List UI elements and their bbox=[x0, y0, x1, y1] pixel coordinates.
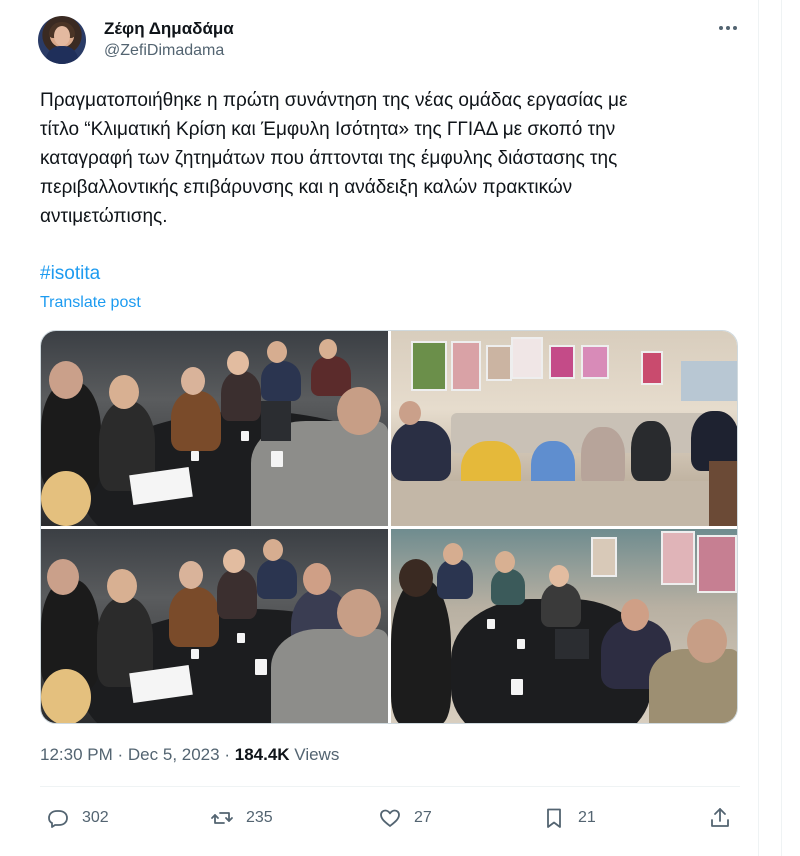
reply-count: 302 bbox=[82, 809, 109, 826]
bookmark-button[interactable]: 21 bbox=[542, 806, 596, 830]
tweet-time[interactable]: 12:30 PM bbox=[40, 745, 113, 764]
photo-2[interactable] bbox=[391, 331, 737, 526]
like-button[interactable]: 27 bbox=[378, 806, 432, 830]
translate-post-link[interactable]: Translate post bbox=[40, 294, 141, 312]
share-icon bbox=[711, 808, 729, 827]
media-grid bbox=[40, 330, 738, 724]
author-name[interactable]: Ζέφη Δημαδάμα bbox=[104, 19, 234, 39]
more-options-button[interactable] bbox=[714, 16, 742, 40]
share-button[interactable] bbox=[708, 806, 732, 830]
tweet-meta: 12:30 PM · Dec 5, 2023 · 184.4K Views bbox=[40, 745, 339, 765]
photo-4[interactable] bbox=[391, 529, 737, 723]
divider bbox=[40, 786, 740, 787]
avatar[interactable] bbox=[38, 16, 86, 64]
meta-separator-2: · bbox=[224, 745, 230, 764]
author-handle[interactable]: @ZefiDimadama bbox=[104, 42, 224, 60]
right-divider-strip bbox=[758, 0, 800, 856]
like-count: 27 bbox=[414, 809, 432, 826]
meta-separator: · bbox=[117, 745, 124, 764]
bookmark-count: 21 bbox=[578, 809, 596, 826]
reply-button[interactable]: 302 bbox=[46, 806, 109, 830]
repost-icon bbox=[211, 812, 233, 824]
photo-3[interactable] bbox=[41, 529, 388, 723]
photo-1[interactable] bbox=[41, 331, 388, 526]
hashtag-link[interactable]: #isotita bbox=[40, 263, 100, 285]
repost-count: 235 bbox=[246, 809, 273, 826]
more-horizontal-icon bbox=[719, 26, 737, 30]
reply-icon bbox=[48, 810, 68, 828]
action-bar: 302 235 27 21 bbox=[40, 800, 740, 840]
tweet: Ζέφη Δημαδάμα @ZefiDimadama Πραγματοποιή… bbox=[0, 0, 758, 856]
views-label: Views bbox=[294, 745, 340, 764]
repost-button[interactable]: 235 bbox=[210, 806, 273, 830]
bookmark-icon bbox=[547, 808, 561, 828]
tweet-date[interactable]: Dec 5, 2023 bbox=[128, 745, 220, 764]
heart-icon bbox=[380, 809, 400, 827]
views-count: 184.4K bbox=[234, 745, 290, 764]
tweet-text: Πραγματοποιήθηκε η πρώτη συνάντηση της ν… bbox=[40, 90, 628, 227]
